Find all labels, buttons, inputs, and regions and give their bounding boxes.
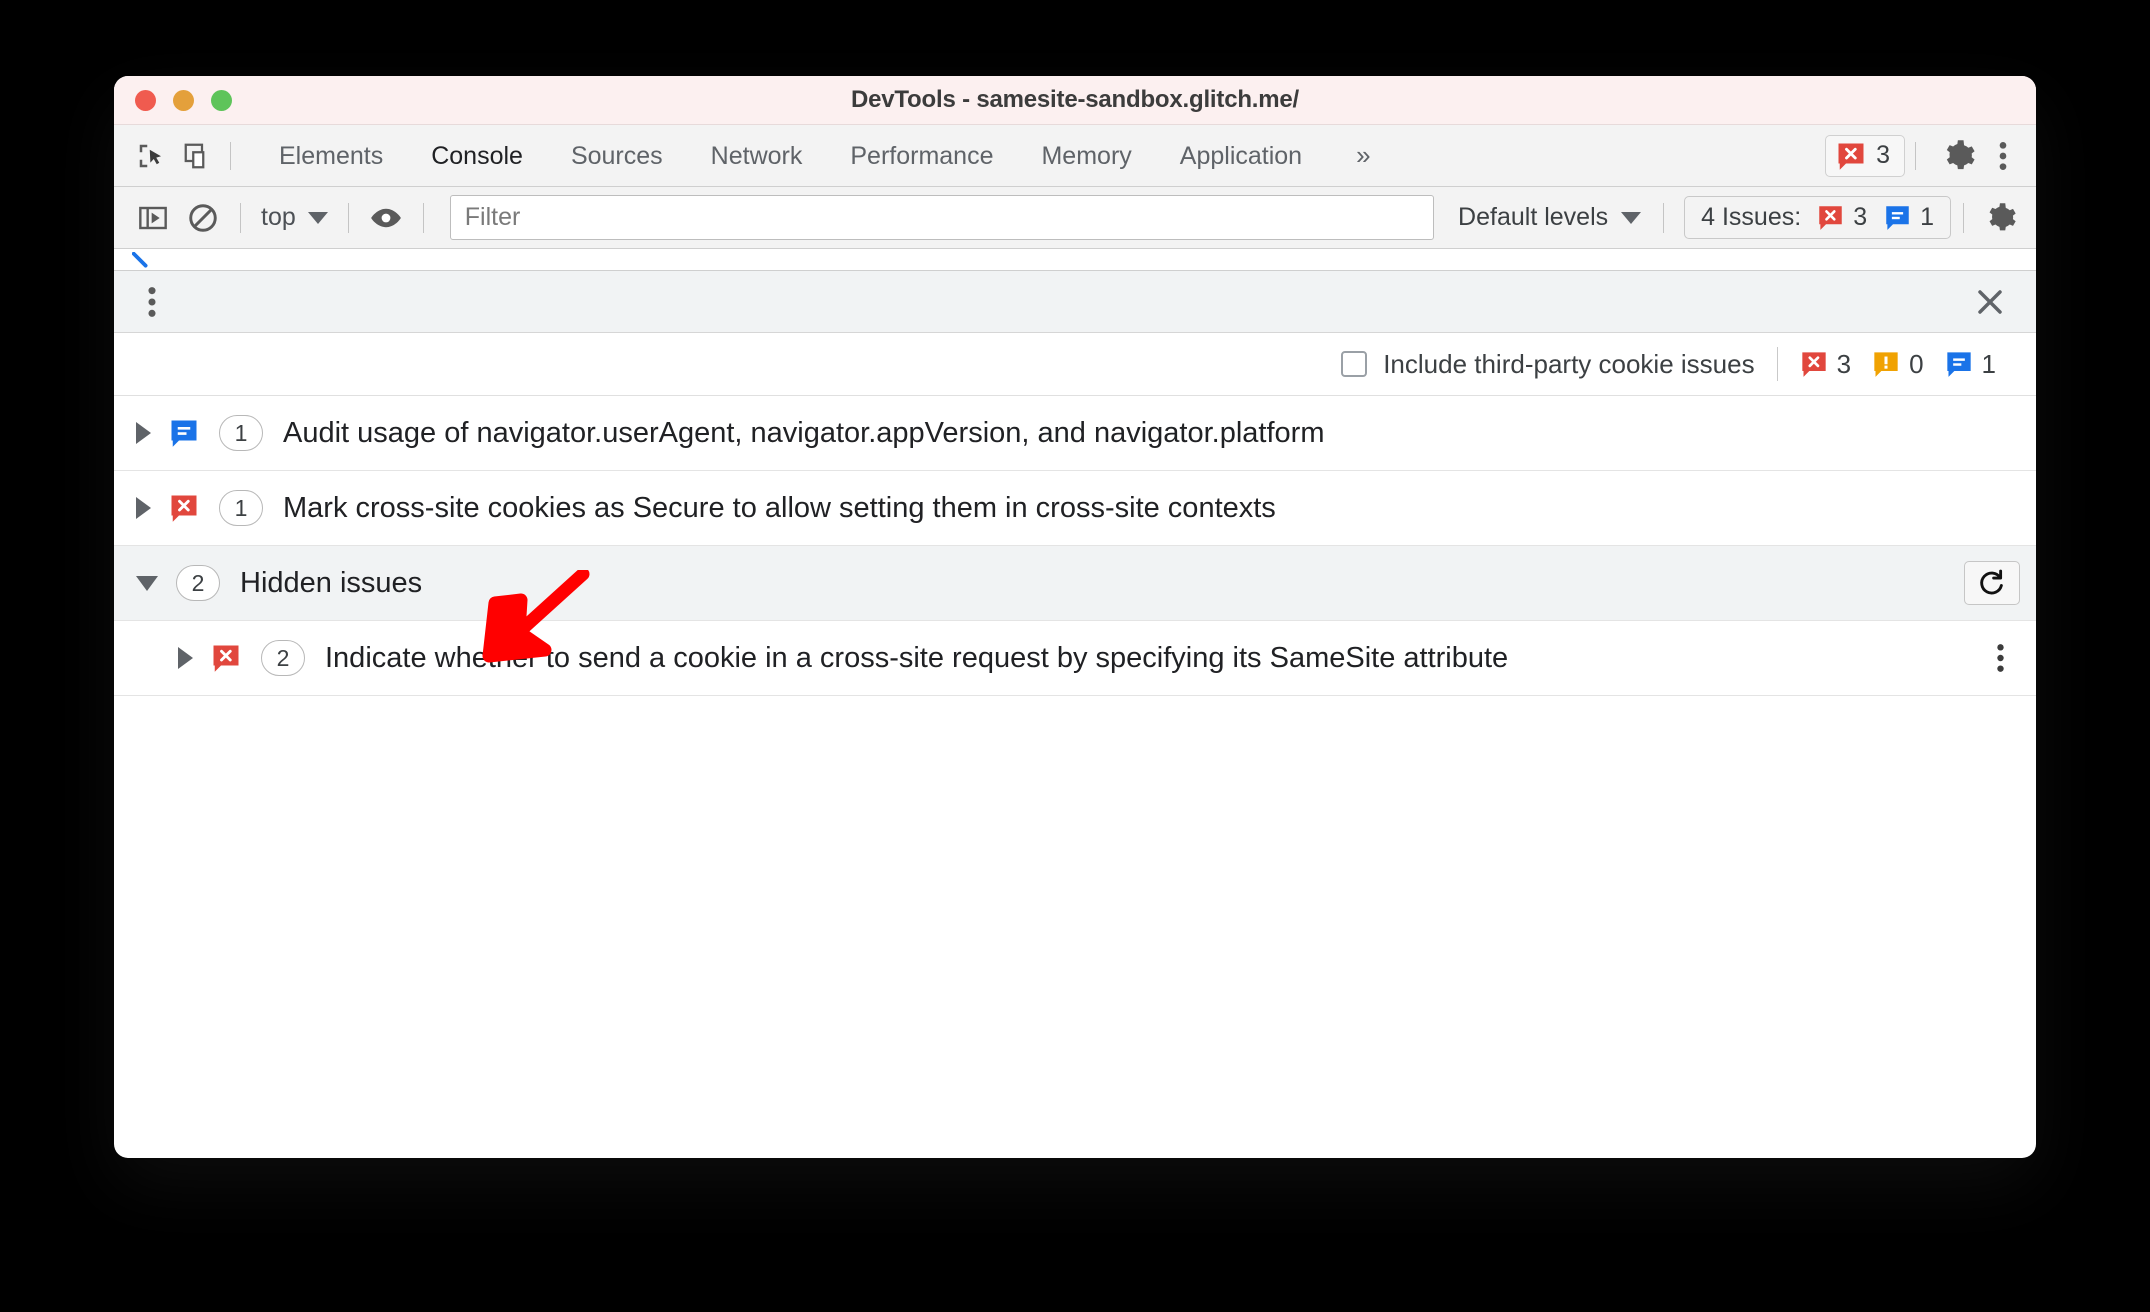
hidden-issue-row[interactable]: 2 Indicate whether to send a cookie in a…: [114, 621, 2036, 696]
log-levels-selector[interactable]: Default levels: [1448, 203, 1651, 232]
devtools-tabbar: Elements Console Sources Network Perform…: [114, 125, 2036, 187]
issue-title: Audit usage of navigator.userAgent, navi…: [283, 416, 1325, 449]
third-party-cookie-filter-row: Include third-party cookie issues 3 0 1: [114, 333, 2036, 396]
include-third-party-cookies-label: Include third-party cookie issues: [1383, 348, 1755, 379]
info-count-value: 1: [1981, 348, 1996, 379]
expand-triangle-icon[interactable]: [178, 647, 193, 669]
tabbar-right-controls: 3: [1825, 134, 2020, 177]
console-prompt-strip[interactable]: [114, 249, 2036, 271]
error-bubble-icon: [169, 493, 199, 523]
execution-context-selector[interactable]: top: [253, 203, 336, 232]
hidden-issues-group-row[interactable]: 2 Hidden issues: [114, 546, 2036, 621]
warning-bubble-icon: [1872, 350, 1900, 378]
tab-memory[interactable]: Memory: [1017, 125, 1155, 187]
issue-count-badge: 1: [219, 415, 263, 451]
error-count-value: 3: [1836, 348, 1852, 379]
error-count-value: 3: [1876, 141, 1890, 169]
drawer-header: [114, 271, 2036, 333]
issues-info-count: 1: [1920, 203, 1934, 231]
issue-title: Mark cross-site cookies as Secure to all…: [283, 491, 1276, 524]
kebab-menu-icon[interactable]: [128, 278, 176, 326]
kebab-menu-icon[interactable]: [1992, 140, 2020, 172]
collapse-triangle-icon[interactable]: [136, 575, 158, 591]
kebab-menu-icon[interactable]: [1976, 642, 2024, 674]
devtools-window: DevTools - samesite-sandbox.glitch.me/ E…: [114, 76, 2036, 1158]
devtools-tabs: Elements Console Sources Network Perform…: [255, 125, 1391, 187]
refresh-icon[interactable]: [1964, 561, 2020, 605]
live-expression-icon[interactable]: [361, 195, 411, 241]
issue-row[interactable]: 1 Mark cross-site cookies as Secure to a…: [114, 471, 2036, 546]
tab-elements[interactable]: Elements: [255, 125, 407, 187]
console-prompt-caret-icon: [132, 252, 148, 268]
info-bubble-icon: [1945, 350, 1973, 378]
issue-title: Indicate whether to send a cookie in a c…: [325, 641, 1509, 674]
tab-performance[interactable]: Performance: [826, 125, 1017, 187]
issues-summary-label: 4 Issues:: [1701, 203, 1802, 231]
chevron-down-icon: [307, 211, 328, 224]
window-title: DevTools - samesite-sandbox.glitch.me/: [850, 86, 1300, 113]
console-toolbar-divider-1: [240, 202, 241, 233]
error-bubble-icon: [211, 643, 241, 673]
console-toolbar-divider-3: [422, 202, 424, 233]
tab-network[interactable]: Network: [687, 125, 827, 187]
hidden-issues-title: Hidden issues: [240, 566, 423, 599]
inspect-element-icon[interactable]: [128, 133, 174, 179]
info-bubble-icon: [1884, 204, 1911, 231]
tab-application[interactable]: Application: [1156, 125, 1326, 187]
gear-icon[interactable]: [1926, 139, 1992, 173]
tabbar-right-divider: [1915, 141, 1916, 170]
error-count-badge[interactable]: 3: [1825, 134, 1905, 177]
issue-row[interactable]: 1 Audit usage of navigator.userAgent, na…: [114, 396, 2036, 471]
include-third-party-cookies-checkbox[interactable]: [1341, 351, 1368, 377]
gear-icon[interactable]: [1976, 195, 2026, 241]
console-sidebar-icon[interactable]: [128, 195, 178, 241]
issue-counts: 3 0 1: [1800, 349, 2008, 380]
issues-summary-button[interactable]: 4 Issues: 3 1: [1684, 196, 1951, 239]
expand-triangle-icon[interactable]: [136, 497, 151, 519]
error-bubble-icon: [1817, 204, 1844, 231]
window-titlebar: DevTools - samesite-sandbox.glitch.me/: [114, 76, 2036, 125]
console-toolbar: top Filter Default levels 4 Issues: 3 1: [114, 187, 2036, 249]
chevron-down-icon: [1621, 211, 1642, 224]
tabbar-divider: [230, 141, 231, 170]
more-tabs-icon[interactable]: »: [1336, 140, 1390, 171]
error-bubble-icon: [1836, 141, 1866, 171]
warning-count-value: 0: [1909, 348, 1924, 379]
issues-error-count: 3: [1853, 203, 1868, 231]
filter-row-divider: [1776, 347, 1778, 381]
tab-console[interactable]: Console: [407, 125, 547, 187]
issue-count-badge: 2: [261, 640, 305, 676]
log-levels-value: Default levels: [1458, 203, 1609, 231]
error-bubble-icon: [1800, 350, 1828, 378]
execution-context-value: top: [261, 203, 296, 231]
screen-root: DevTools - samesite-sandbox.glitch.me/ E…: [0, 0, 2150, 1312]
console-toolbar-divider-4: [1663, 202, 1665, 233]
console-toolbar-divider-2: [347, 202, 349, 233]
hidden-issues-count-badge: 2: [176, 565, 220, 601]
issue-count-badge: 1: [219, 490, 263, 526]
close-icon[interactable]: [1966, 278, 2014, 326]
console-filter-input[interactable]: Filter: [449, 195, 1435, 240]
console-toolbar-divider-5: [1963, 202, 1964, 233]
info-bubble-icon: [169, 418, 199, 448]
device-toolbar-icon[interactable]: [174, 133, 220, 179]
clear-console-icon[interactable]: [178, 195, 228, 241]
expand-triangle-icon[interactable]: [136, 422, 151, 444]
tab-sources[interactable]: Sources: [547, 125, 687, 187]
